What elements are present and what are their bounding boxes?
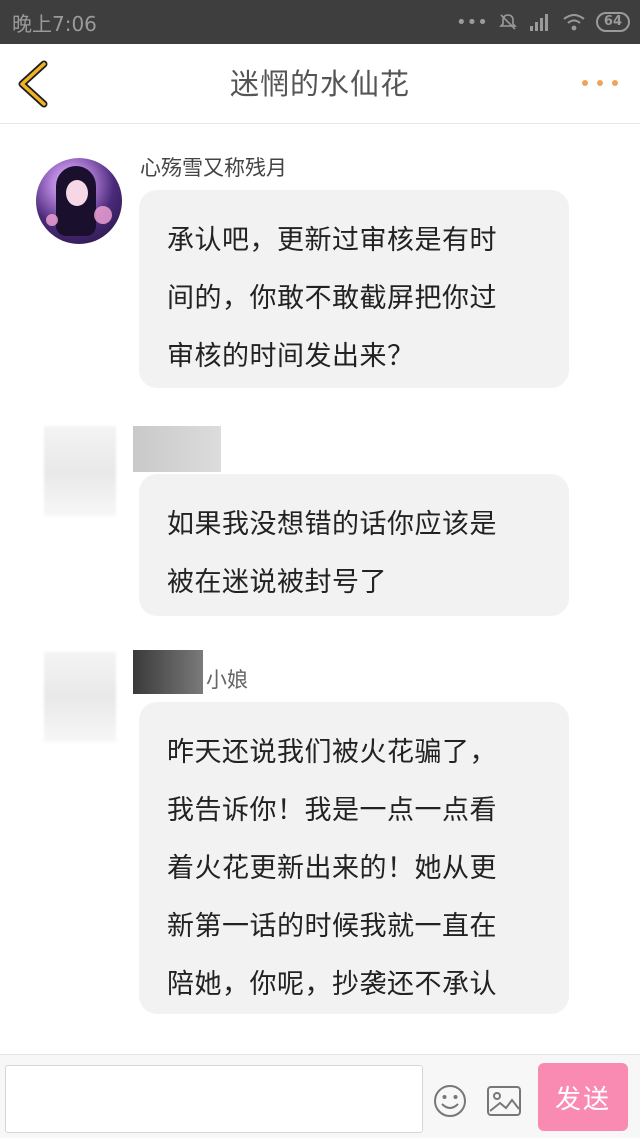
battery-indicator: 64 [595,12,630,32]
message-bubble[interactable]: 如果我没想错的话你应该是 被在迷说被封号了 [139,474,569,616]
avatar-blurred[interactable] [44,652,116,742]
input-bar: 发送 [0,1054,640,1138]
avatar-blurred[interactable] [44,426,116,516]
image-icon[interactable] [486,1085,522,1117]
chat-area[interactable]: 心殇雪又称残月 承认吧，更新过审核是有时 间的，你敢不敢截屏把你过 审核的时间发… [0,124,640,1054]
more-dot [597,80,603,86]
message-line: 着火花更新出来的！她从更 [167,853,497,884]
mute-icon [498,14,517,30]
message-bubble[interactable]: 昨天还说我们被火花骗了， 我告诉你！我是一点一点看 着火花更新出来的！她从更 新… [139,702,569,1014]
status-time: 晚上7:06 [12,11,97,36]
dots-icon: ••• [456,11,488,33]
avatar-flower [94,206,112,224]
more-options-button[interactable] [582,68,618,98]
status-icons: ••• 64 [456,12,630,33]
more-dots-icon [582,80,588,86]
more-dot [612,80,618,86]
wifi-icon [563,14,585,31]
message-line: 新第一话的时候我就一直在 [167,911,497,942]
back-arrow-icon[interactable] [14,60,54,108]
page-title: 迷惘的水仙花 [229,67,410,101]
nav-bar: 迷惘的水仙花 [0,44,640,124]
sender-name: 小娘 [206,668,248,692]
emoji-icon[interactable] [432,1083,468,1119]
message-line: 承认吧，更新过审核是有时 [167,225,497,256]
message-input[interactable] [5,1065,423,1133]
message-line: 如果我没想错的话你应该是 [167,509,497,540]
sender-name-blurred [133,650,203,694]
avatar[interactable] [36,158,122,244]
message-line: 间的，你敢不敢截屏把你过 [167,283,497,314]
message-line: 陪她，你呢，抄袭还不承认 [167,969,497,1000]
avatar-flower [46,214,58,226]
send-button[interactable]: 发送 [538,1063,628,1131]
status-bar: 晚上7:06 ••• 64 [0,0,640,44]
message-line: 昨天还说我们被火花骗了， [167,737,497,768]
avatar-face [66,180,88,206]
message-line: 被在迷说被封号了 [167,567,387,598]
sender-name: 心殇雪又称残月 [140,156,287,180]
sender-name-blurred [133,426,221,472]
message-bubble[interactable]: 承认吧，更新过审核是有时 间的，你敢不敢截屏把你过 审核的时间发出来？ [139,190,569,388]
message-line: 审核的时间发出来？ [167,341,415,372]
signal-icon [529,14,548,31]
message-line: 我告诉你！我是一点一点看 [167,795,497,826]
